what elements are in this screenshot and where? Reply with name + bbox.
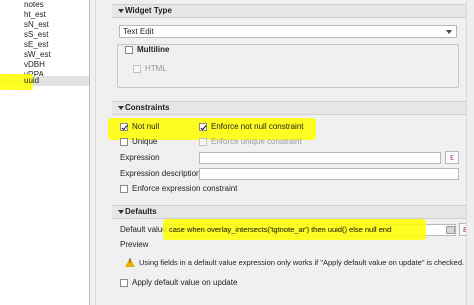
expression-input[interactable] [199,152,441,164]
apply-on-update-checkbox[interactable] [120,279,128,287]
collapse-arrow-icon [118,210,124,214]
field-item[interactable]: sS_est [24,30,48,40]
field-item[interactable]: ht_est [24,10,46,20]
unique-checkbox[interactable] [120,138,128,146]
splitter[interactable] [95,0,96,305]
collapse-arrow-icon [118,9,124,13]
section-constraints[interactable]: Constraints [112,101,474,115]
clear-icon[interactable] [446,226,455,234]
field-list: notes ht_est sN_est sS_est sE_est sW_est… [0,0,90,305]
scrollbar[interactable] [466,0,474,305]
field-item[interactable]: sW_est [24,50,51,60]
field-item[interactable]: vDBH [24,60,45,70]
not-null-checkbox[interactable] [120,123,128,131]
expression-builder-button[interactable]: ε [445,151,459,164]
html-checkbox[interactable] [133,65,141,73]
field-item-selected[interactable]: uuid [0,74,89,90]
warning-icon [125,258,135,267]
enforce-not-null-checkbox[interactable] [199,123,207,131]
widget-type-select[interactable]: Text Edit [119,25,457,38]
section-widget-type[interactable]: Widget Type [112,4,474,18]
enforce-expression-checkbox[interactable] [120,185,128,193]
expression-description-input[interactable] [199,168,459,180]
default-value-text: case when overlay_intersects('tgtnote_ar… [169,225,392,234]
multiline-checkbox[interactable] [125,46,133,54]
field-item[interactable]: sN_est [24,20,49,30]
section-defaults[interactable]: Defaults [112,205,474,219]
default-value-warning: Using fields in a default value expressi… [139,258,465,267]
field-item[interactable]: sE_est [24,40,48,50]
enforce-unique-checkbox[interactable] [199,138,207,146]
chevron-down-icon [446,30,452,34]
collapse-arrow-icon [118,106,124,110]
field-item[interactable]: notes [24,0,44,10]
